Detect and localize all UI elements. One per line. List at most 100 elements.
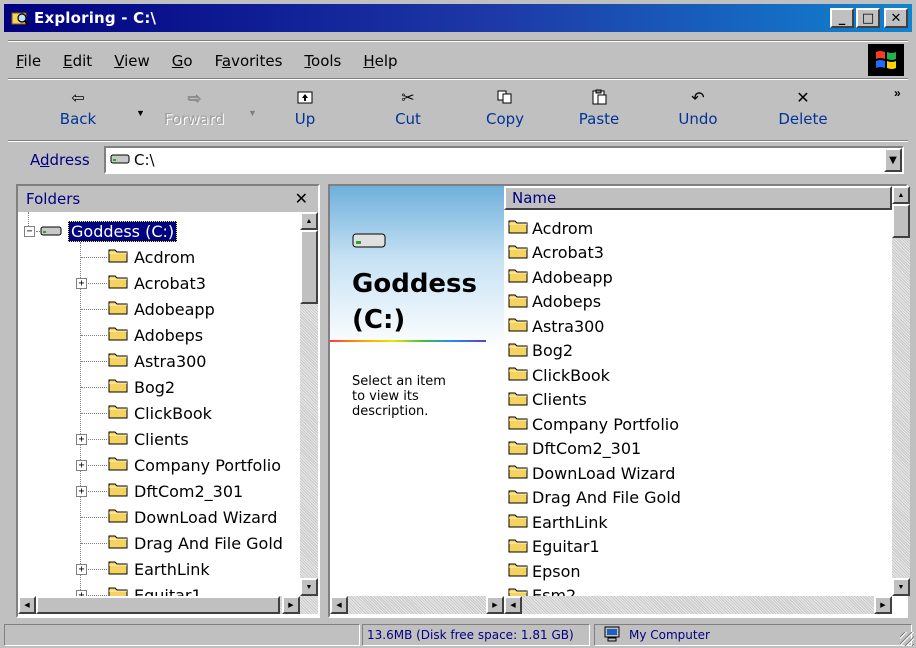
- expand-toggle[interactable]: +: [76, 486, 87, 497]
- back-dropdown-icon[interactable]: ▼: [136, 108, 145, 118]
- tree-branch-line: [81, 361, 107, 362]
- scroll-right-button[interactable]: ▶: [874, 596, 892, 614]
- file-list-item[interactable]: Drag And File Gold: [508, 486, 681, 510]
- copy-button[interactable]: Copy: [470, 84, 540, 136]
- delete-x-icon: ✕: [796, 87, 810, 107]
- expand-toggle[interactable]: +: [76, 434, 87, 445]
- up-button[interactable]: Up: [280, 84, 330, 136]
- file-list-item[interactable]: Esm2: [508, 584, 576, 596]
- file-list-label: Acdrom: [532, 218, 594, 238]
- windows-logo-icon: [868, 44, 904, 76]
- folder-icon: [508, 512, 528, 532]
- file-list-item[interactable]: ClickBook: [508, 363, 610, 387]
- folders-pane-title: Folders: [26, 190, 81, 208]
- forward-button[interactable]: ⇨ Forward: [154, 84, 234, 136]
- tree-folder-item[interactable]: DownLoad Wizard: [108, 504, 277, 530]
- file-list-item[interactable]: DownLoad Wizard: [508, 461, 675, 485]
- tree-folder-item[interactable]: Drag And File Gold: [108, 530, 283, 556]
- scroll-left-button[interactable]: ◀: [330, 596, 348, 614]
- file-list-item[interactable]: Company Portfolio: [508, 412, 679, 436]
- menu-go[interactable]: Go: [172, 52, 193, 70]
- scroll-up-button[interactable]: ▲: [300, 212, 318, 230]
- forward-dropdown-icon[interactable]: ▼: [248, 108, 257, 118]
- tree-folder-item[interactable]: Equitar1: [108, 582, 202, 596]
- maximize-icon: □: [861, 10, 875, 26]
- folder-icon: [508, 439, 528, 459]
- tree-branch-line: [81, 335, 107, 336]
- address-dropdown-button[interactable]: ▼: [884, 148, 902, 172]
- file-list: Acdrom Acrobat3 Adobeapp Adobeps Astra300 Bog…: [504, 212, 892, 596]
- folder-icon: [508, 341, 528, 361]
- undo-icon: ↶: [691, 87, 705, 107]
- menu-edit[interactable]: Edit: [63, 52, 92, 70]
- contents-scroll-thumb[interactable]: [892, 204, 910, 238]
- tree-folder-item[interactable]: Bog2: [108, 374, 175, 400]
- folders-scroll-thumb[interactable]: [300, 230, 318, 304]
- menu-file[interactable]: File: [16, 52, 41, 70]
- collapse-toggle[interactable]: −: [24, 226, 35, 237]
- tree-folder-item[interactable]: Company Portfolio: [108, 452, 281, 478]
- scroll-up-button[interactable]: ▲: [892, 186, 910, 204]
- folders-pane-header: Folders ✕: [18, 186, 318, 212]
- tree-root-drive[interactable]: Goddess (C:): [40, 218, 178, 244]
- menu-favorites[interactable]: Favorites: [215, 52, 283, 70]
- delete-button[interactable]: ✕ Delete: [768, 84, 838, 136]
- close-button[interactable]: ✕: [884, 8, 908, 28]
- resize-grip[interactable]: [900, 632, 914, 646]
- scroll-right-button[interactable]: ▶: [486, 596, 504, 614]
- undo-button[interactable]: ↶ Undo: [668, 84, 728, 136]
- address-label: Address: [30, 151, 90, 169]
- expand-toggle[interactable]: +: [76, 278, 87, 289]
- file-list-item[interactable]: Adobeapp: [508, 265, 613, 289]
- file-list-item[interactable]: Acdrom: [508, 216, 593, 240]
- menu-tools[interactable]: Tools: [304, 52, 341, 70]
- paste-button[interactable]: Paste: [564, 84, 634, 136]
- tree-folder-item[interactable]: Astra300: [108, 348, 206, 374]
- scroll-left-button[interactable]: ◀: [504, 596, 522, 614]
- file-list-item[interactable]: EarthLink: [508, 510, 608, 534]
- tree-folder-item[interactable]: Acrobat3: [108, 270, 206, 296]
- scroll-down-button[interactable]: ▼: [300, 578, 318, 596]
- tree-folder-item[interactable]: Adobeapp: [108, 296, 215, 322]
- folder-icon: [508, 561, 528, 581]
- tree-branch-line: [81, 257, 107, 258]
- address-field[interactable]: C:\ ▼: [104, 146, 904, 174]
- menu-help[interactable]: Help: [363, 52, 397, 70]
- folders-hscroll-thumb[interactable]: [36, 596, 280, 614]
- status-bar: 13.6MB (Disk free space: 1.81 GB) My Com…: [0, 620, 916, 648]
- close-folders-pane-icon[interactable]: ✕: [295, 189, 308, 208]
- file-list-item[interactable]: Astra300: [508, 314, 604, 338]
- tree-folder-item[interactable]: EarthLink: [108, 556, 210, 582]
- tree-folder-item[interactable]: ClickBook: [108, 400, 212, 426]
- contents-hscroll-track[interactable]: [522, 596, 872, 614]
- expand-toggle[interactable]: +: [76, 564, 87, 575]
- window-title: Exploring - C:\: [34, 9, 157, 27]
- tree-folder-item[interactable]: Adobeps: [108, 322, 203, 348]
- file-list-item[interactable]: Adobeps: [508, 290, 601, 314]
- folder-icon: [108, 299, 128, 319]
- folder-icon: [108, 429, 128, 449]
- maximize-button[interactable]: □: [856, 8, 880, 28]
- file-list-item[interactable]: Bog2: [508, 339, 573, 363]
- tree-folder-item[interactable]: Clients: [108, 426, 189, 452]
- file-list-item[interactable]: Acrobat3: [508, 241, 604, 265]
- file-list-item[interactable]: Eguitar1: [508, 535, 600, 559]
- scroll-down-button[interactable]: ▼: [892, 578, 910, 596]
- cut-button[interactable]: ✂ Cut: [378, 84, 438, 136]
- toolbar-more-chevron-icon[interactable]: »: [894, 86, 901, 100]
- tree-folder-item[interactable]: DftCom2_301: [108, 478, 243, 504]
- tree-folder-item[interactable]: Acdrom: [108, 244, 195, 270]
- scroll-left-button[interactable]: ◀: [18, 596, 36, 614]
- contents-vertical-scrollbar[interactable]: [892, 186, 910, 596]
- menu-view[interactable]: View: [114, 52, 150, 70]
- file-list-item[interactable]: Clients: [508, 388, 587, 412]
- column-header-name[interactable]: Name: [504, 186, 892, 210]
- title-bar[interactable]: Exploring - C:\ _ □ ✕: [4, 4, 912, 32]
- minimize-button[interactable]: _: [830, 8, 854, 28]
- expand-toggle[interactable]: +: [76, 460, 87, 471]
- scroll-right-button[interactable]: ▶: [282, 596, 300, 614]
- folder-tree: − Goddess (C:) Acdrom + Acrobat3 Adobeapp Ad…: [18, 212, 300, 596]
- file-list-item[interactable]: DftCom2_301: [508, 437, 641, 461]
- back-button[interactable]: ⇦ Back: [48, 84, 108, 136]
- file-list-item[interactable]: Epson: [508, 559, 581, 583]
